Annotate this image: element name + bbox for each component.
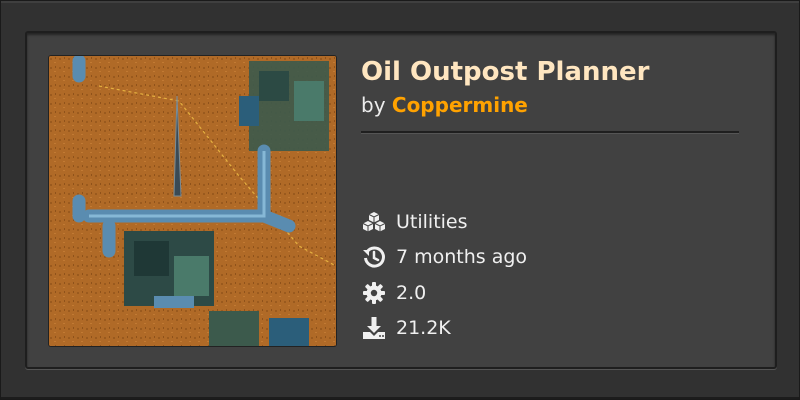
updated-row: 7 months ago [361,244,527,270]
gear-icon [361,281,387,305]
version-row: 2.0 [361,280,426,306]
mod-title[interactable]: Oil Outpost Planner [361,57,649,87]
cubes-icon [361,210,387,234]
mod-thumbnail[interactable] [49,56,336,346]
author-link[interactable]: Coppermine [392,93,528,117]
by-label: by [361,93,386,117]
category-row[interactable]: Utilities [361,209,468,235]
version-label: 2.0 [396,282,427,304]
author-line: by Coppermine [361,93,528,117]
page-frame: Oil Outpost Planner by Coppermine Utilit… [0,0,800,400]
download-icon [361,316,387,340]
updated-label: 7 months ago [396,246,528,268]
category-label: Utilities [396,211,468,233]
thumbnail-image [49,56,336,346]
history-icon [361,245,387,269]
downloads-row: 21.2K [361,315,451,341]
downloads-label: 21.2K [396,317,451,339]
divider [361,131,739,134]
